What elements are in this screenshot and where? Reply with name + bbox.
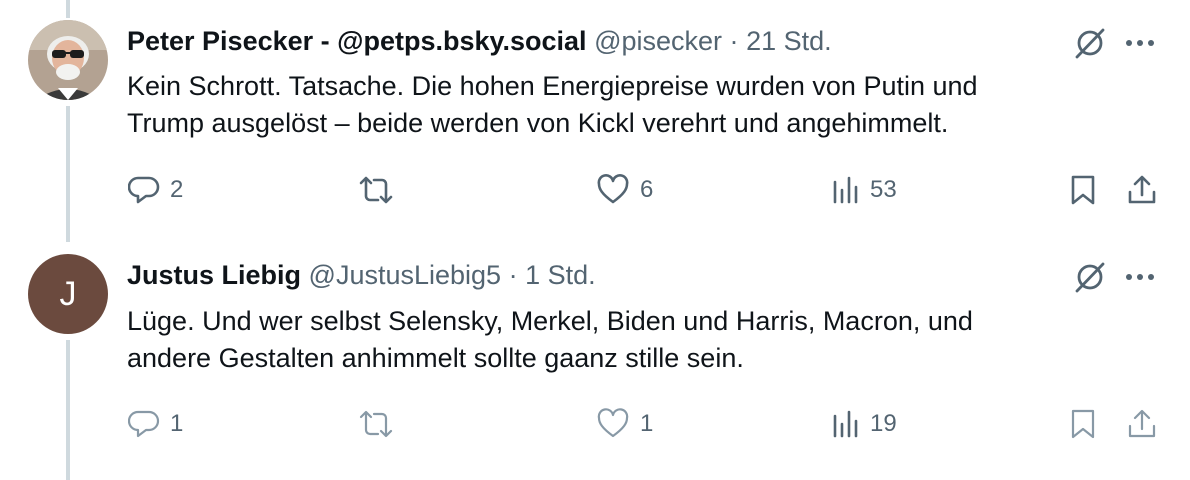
views-button[interactable]: 53 (832, 174, 897, 206)
tweet-text-line: Kein Schrott. Tatsache. Die hohen Energi… (127, 71, 978, 101)
views-icon (833, 176, 858, 204)
bookmark-button[interactable] (1066, 406, 1100, 442)
display-name[interactable]: Peter Pisecker - @petps.bsky.social (127, 26, 587, 56)
user-photo-avatar (28, 20, 108, 100)
more-button[interactable] (1120, 262, 1160, 292)
tweet-header: Justus Liebig @JustusLiebig5 · 1 Std. (127, 260, 596, 291)
like-count: 1 (640, 410, 654, 437)
views-count: 19 (870, 410, 897, 437)
grok-icon (1075, 262, 1105, 293)
tweet-text: Lüge. Und wer selbst Selensky, Merkel, B… (127, 303, 1127, 377)
avatar[interactable] (28, 20, 108, 100)
more-button[interactable] (1120, 28, 1160, 58)
like-button[interactable]: 6 (596, 174, 653, 206)
repost-icon (359, 176, 393, 204)
views-count: 53 (870, 176, 897, 203)
repost-button[interactable] (358, 408, 404, 440)
like-icon (597, 408, 629, 438)
repost-icon (359, 410, 393, 438)
reply-count: 1 (170, 410, 184, 437)
tweet-text-line: andere Gestalten anhimmelt sollte gaanz … (127, 343, 744, 373)
views-button[interactable]: 19 (832, 408, 897, 440)
timestamp[interactable]: 1 Std. (525, 260, 596, 290)
tweet-header: Peter Pisecker - @petps.bsky.social @pis… (127, 26, 832, 57)
thread-line-top (66, 0, 70, 18)
reply-button[interactable]: 2 (128, 174, 183, 206)
avatar[interactable]: J (28, 254, 108, 334)
bookmark-icon (1071, 409, 1095, 439)
thread-line-bottom (66, 340, 70, 480)
repost-button[interactable] (358, 174, 404, 206)
views-icon (833, 410, 858, 438)
handle[interactable]: @pisecker (594, 26, 722, 56)
share-icon (1128, 409, 1156, 438)
like-button[interactable]: 1 (596, 408, 653, 440)
grok-button[interactable] (1070, 22, 1110, 62)
tweet-text-line: Lüge. Und wer selbst Selensky, Merkel, B… (127, 306, 973, 336)
grok-icon (1075, 28, 1105, 59)
handle[interactable]: @JustusLiebig5 (309, 260, 502, 290)
share-button[interactable] (1124, 406, 1160, 442)
like-icon (597, 174, 629, 204)
like-count: 6 (640, 176, 654, 203)
more-icon (1126, 274, 1154, 280)
separator: · (729, 26, 739, 56)
reply-icon (128, 176, 160, 204)
reply-button[interactable]: 1 (128, 408, 183, 440)
reply-icon (128, 410, 160, 438)
bookmark-button[interactable] (1066, 172, 1100, 208)
grok-button[interactable] (1070, 256, 1110, 296)
bookmark-icon (1071, 175, 1095, 205)
separator: · (508, 260, 518, 290)
display-name[interactable]: Justus Liebig (127, 260, 301, 290)
share-button[interactable] (1124, 172, 1160, 208)
more-icon (1126, 40, 1154, 46)
thread-line-mid (66, 106, 70, 242)
share-icon (1128, 175, 1156, 204)
reply-count: 2 (170, 176, 184, 203)
tweet-text: Kein Schrott. Tatsache. Die hohen Energi… (127, 68, 1127, 142)
tweet-text-line: Trump ausgelöst – beide werden von Kickl… (127, 108, 949, 138)
avatar-letter: J (59, 274, 77, 313)
timestamp[interactable]: 21 Std. (746, 26, 832, 56)
